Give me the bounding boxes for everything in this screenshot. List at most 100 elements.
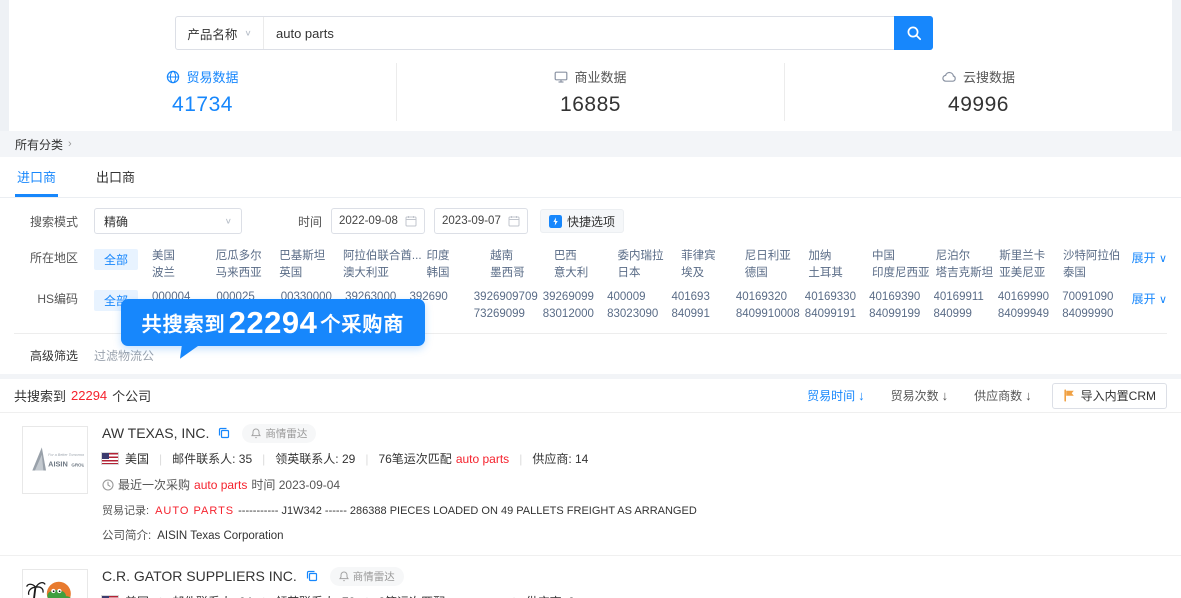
company-logo[interactable]: C.R. GATOR SUPPLIERS, INC. — [22, 569, 88, 598]
chevron-down-icon: ∨ — [244, 29, 251, 38]
hs-code-item[interactable]: 84099949 — [998, 306, 1057, 323]
tooltip-count: 22294 — [229, 305, 318, 341]
region-item[interactable]: 尼泊尔 — [936, 248, 995, 265]
region-item[interactable]: 土耳其 — [808, 265, 867, 282]
region-item[interactable]: 尼日利亚 — [745, 248, 804, 265]
hs-code-item[interactable]: 3926909709 — [474, 289, 538, 306]
region-expand-link[interactable]: 展开 ∨ — [1132, 249, 1167, 266]
region-item[interactable]: 英国 — [279, 265, 338, 282]
region-item-column: 中国印度尼西亚 — [872, 248, 931, 282]
search-icon — [906, 25, 922, 41]
region-item[interactable]: 厄瓜多尔 — [216, 248, 275, 265]
hs-code-item[interactable]: 840999 — [934, 306, 993, 323]
svg-text:AISIN: AISIN — [48, 459, 68, 468]
region-label: 所在地区 — [14, 249, 78, 266]
sort-option[interactable]: 贸易次数 ↓ — [891, 387, 949, 404]
results-summary-row: 共搜索到 22294 个公司 贸易时间 ↓贸易次数 ↓供应商数 ↓ 导入内置CR… — [0, 379, 1181, 413]
radar-badge[interactable]: 商情雷达 — [242, 424, 316, 443]
region-item[interactable]: 意大利 — [554, 265, 613, 282]
date-from-value: 2022-09-08 — [339, 215, 398, 227]
hs-code-item[interactable]: 84099191 — [805, 306, 864, 323]
radar-badge[interactable]: 商情雷达 — [330, 567, 404, 586]
hs-expand-link[interactable]: 展开 ∨ — [1132, 290, 1167, 307]
search-button[interactable] — [894, 16, 933, 50]
tab-exporters[interactable]: 出口商 — [94, 157, 137, 197]
hs-code-item[interactable]: 40169990 — [998, 289, 1057, 306]
region-item[interactable]: 美国 — [152, 248, 211, 265]
region-item[interactable]: 阿拉伯联合酋... — [343, 248, 422, 265]
tab-importers[interactable]: 进口商 — [15, 157, 58, 197]
region-item[interactable]: 加纳 — [808, 248, 867, 265]
region-item-column: 尼泊尔塔吉克斯坦 — [936, 248, 995, 282]
region-item[interactable]: 马来西亚 — [216, 265, 275, 282]
region-item[interactable]: 中国 — [872, 248, 931, 265]
hs-code-item[interactable]: 8409910008 — [736, 306, 800, 323]
advanced-filter-value[interactable]: 过滤物流公 — [94, 347, 154, 364]
region-item-column: 阿拉伯联合酋...澳大利亚 — [343, 248, 422, 282]
search-category-select[interactable]: 产品名称 ∨ — [176, 17, 264, 49]
region-item[interactable]: 墨西哥 — [490, 265, 549, 282]
region-item[interactable]: 埃及 — [681, 265, 740, 282]
region-item[interactable]: 韩国 — [427, 265, 486, 282]
region-item[interactable]: 越南 — [490, 248, 549, 265]
region-item[interactable]: 印度尼西亚 — [872, 265, 931, 282]
divider: | — [365, 452, 368, 466]
advanced-filter-label[interactable]: 高级筛选 — [14, 347, 78, 364]
hs-code-item[interactable]: 40169320 — [736, 289, 800, 306]
stat-value: 16885 — [560, 93, 621, 117]
hs-code-item[interactable]: 39269099 — [543, 289, 602, 306]
hs-code-item[interactable]: 70091090 — [1062, 289, 1121, 306]
trade-detail: ----------- J1W342 ------ 286388 PIECES … — [238, 505, 697, 517]
region-item[interactable]: 亚美尼亚 — [999, 265, 1058, 282]
sort-trade-time[interactable]: 贸易时间 ↓ — [807, 387, 865, 404]
region-item[interactable]: 塔吉克斯坦 — [936, 265, 995, 282]
date-from-input[interactable]: 2022-09-08 — [331, 208, 425, 234]
region-item[interactable]: 泰国 — [1063, 265, 1122, 282]
region-item[interactable]: 日本 — [617, 265, 676, 282]
stat-business[interactable]: 商业数据 16885 — [397, 67, 784, 117]
company-name[interactable]: AW TEXAS, INC. — [102, 425, 209, 441]
region-item[interactable]: 印度 — [427, 248, 486, 265]
hs-code-item[interactable]: 40169911 — [934, 289, 993, 306]
hs-code-item[interactable]: 840991 — [671, 306, 730, 323]
sort-controls: 贸易时间 ↓ 贸易次数 ↓ 供应商数 ↓ 导入内置CRM — [781, 383, 1167, 409]
search-category-label: 产品名称 — [187, 24, 237, 43]
search-input[interactable] — [264, 17, 894, 49]
region-item[interactable]: 德国 — [745, 265, 804, 282]
region-item[interactable]: 斯里兰卡 — [999, 248, 1058, 265]
hs-code-item[interactable]: 73269099 — [474, 306, 538, 323]
divider: | — [519, 452, 522, 466]
hs-code-item[interactable]: 84099199 — [869, 306, 928, 323]
date-to-input[interactable]: 2023-09-07 — [434, 208, 528, 234]
copy-icon[interactable] — [306, 570, 318, 582]
copy-icon[interactable] — [218, 427, 230, 439]
hs-code-item[interactable]: 83012000 — [543, 306, 602, 323]
import-crm-button[interactable]: 导入内置CRM — [1052, 383, 1167, 409]
hs-code-item[interactable]: 84099990 — [1062, 306, 1121, 323]
search-mode-select[interactable]: 精确 ∨ — [94, 208, 242, 234]
arrow-down-icon: ↓ — [858, 388, 865, 403]
sort-option[interactable]: 供应商数 ↓ — [974, 387, 1032, 404]
region-item[interactable]: 菲律宾 — [681, 248, 740, 265]
quick-options-button[interactable]: 快捷选项 — [540, 209, 624, 233]
hs-code-item[interactable]: 83023090 — [607, 306, 666, 323]
region-all-chip[interactable]: 全部 — [94, 249, 138, 270]
hs-code-item[interactable]: 40169330 — [805, 289, 864, 306]
company-logo[interactable]: For a Better Tomorrow AISIN GROUP — [22, 426, 88, 494]
region-item[interactable]: 巴基斯坦 — [279, 248, 338, 265]
hs-code-item[interactable]: 400009 — [607, 289, 666, 306]
company-name[interactable]: C.R. GATOR SUPPLIERS INC. — [102, 568, 297, 584]
stat-cloud[interactable]: 云搜数据 49996 — [785, 67, 1172, 117]
hs-code-item[interactable]: 40169390 — [869, 289, 928, 306]
region-item[interactable]: 沙特阿拉伯 — [1063, 248, 1122, 265]
region-item[interactable]: 委内瑞拉 — [617, 248, 676, 265]
linkedin-contacts: 领英联系人: 29 — [275, 450, 355, 467]
breadcrumb-label[interactable]: 所有分类 — [15, 136, 63, 153]
region-item[interactable]: 巴西 — [554, 248, 613, 265]
import-crm-label: 导入内置CRM — [1081, 387, 1156, 404]
stat-trade[interactable]: 贸易数据 41734 — [9, 67, 396, 117]
hs-code-item[interactable]: 401693 — [671, 289, 730, 306]
region-item[interactable]: 波兰 — [152, 265, 211, 282]
region-item[interactable]: 澳大利亚 — [343, 265, 422, 282]
time-label: 时间 — [298, 213, 322, 230]
